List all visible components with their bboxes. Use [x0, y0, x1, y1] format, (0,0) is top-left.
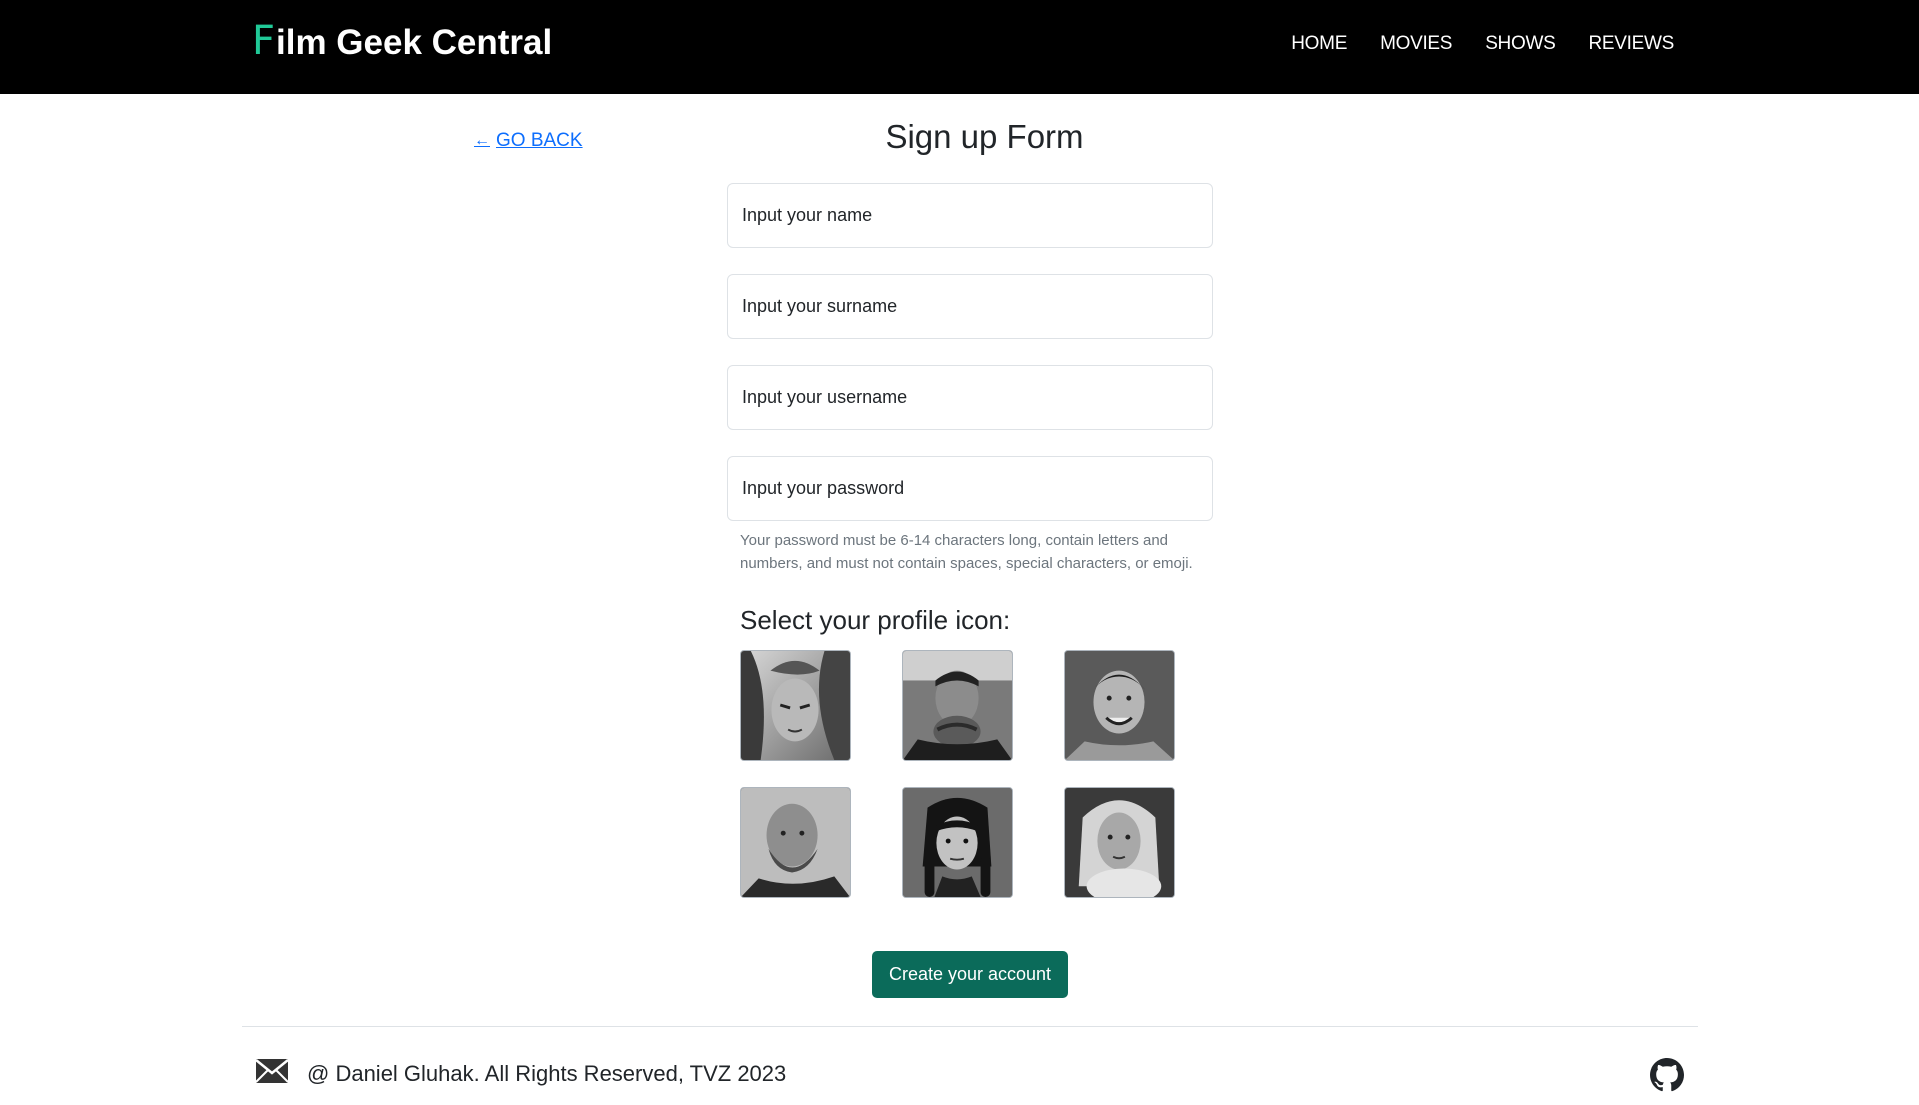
mail-icon[interactable] — [255, 1058, 289, 1086]
profile-icon-smiling-man[interactable] — [1064, 650, 1175, 761]
submit-row: Create your account — [727, 951, 1213, 998]
create-account-button[interactable]: Create your account — [871, 951, 1069, 998]
footer: @ Daniel Gluhak. All Rights Reserved, TV… — [0, 1058, 1919, 1098]
brand-name: ilm Geek Central — [276, 23, 553, 62]
profile-icon-bearded-man[interactable] — [740, 787, 851, 898]
password-input[interactable] — [727, 456, 1213, 521]
form-title: Sign up Form — [885, 118, 1084, 155]
profile-icon-animated-character[interactable] — [740, 650, 851, 761]
profile-icon-grid — [740, 650, 1213, 898]
top-navbar: F ilm Geek Central HOME MOVIES SHOWS REV… — [0, 0, 1919, 94]
nav-shows[interactable]: SHOWS — [1485, 33, 1556, 55]
copyright-text: @ Daniel Gluhak. All Rights Reserved, TV… — [307, 1061, 787, 1086]
profile-icon-man-hands-clasped[interactable] — [902, 650, 1013, 761]
brand-first-letter: F — [252, 18, 276, 64]
brand-logo[interactable]: F ilm Geek Central — [252, 18, 552, 64]
profile-icon-heading: Select your profile icon: — [740, 605, 1011, 635]
username-input[interactable] — [727, 365, 1213, 430]
signup-form: Your password must be 6-14 characters lo… — [727, 183, 1213, 998]
profile-icon-blonde-woman[interactable] — [1064, 787, 1175, 898]
github-icon[interactable] — [1650, 1058, 1684, 1092]
surname-input[interactable] — [727, 274, 1213, 339]
nav-links: HOME MOVIES SHOWS REVIEWS — [1291, 33, 1674, 55]
password-hint: Your password must be 6-14 characters lo… — [740, 532, 1193, 572]
nav-home[interactable]: HOME — [1291, 33, 1347, 55]
name-input[interactable] — [727, 183, 1213, 248]
profile-icon-girl-braids[interactable] — [902, 787, 1013, 898]
nav-reviews[interactable]: REVIEWS — [1588, 33, 1674, 55]
nav-movies[interactable]: MOVIES — [1380, 33, 1452, 55]
footer-divider — [242, 1026, 1698, 1027]
